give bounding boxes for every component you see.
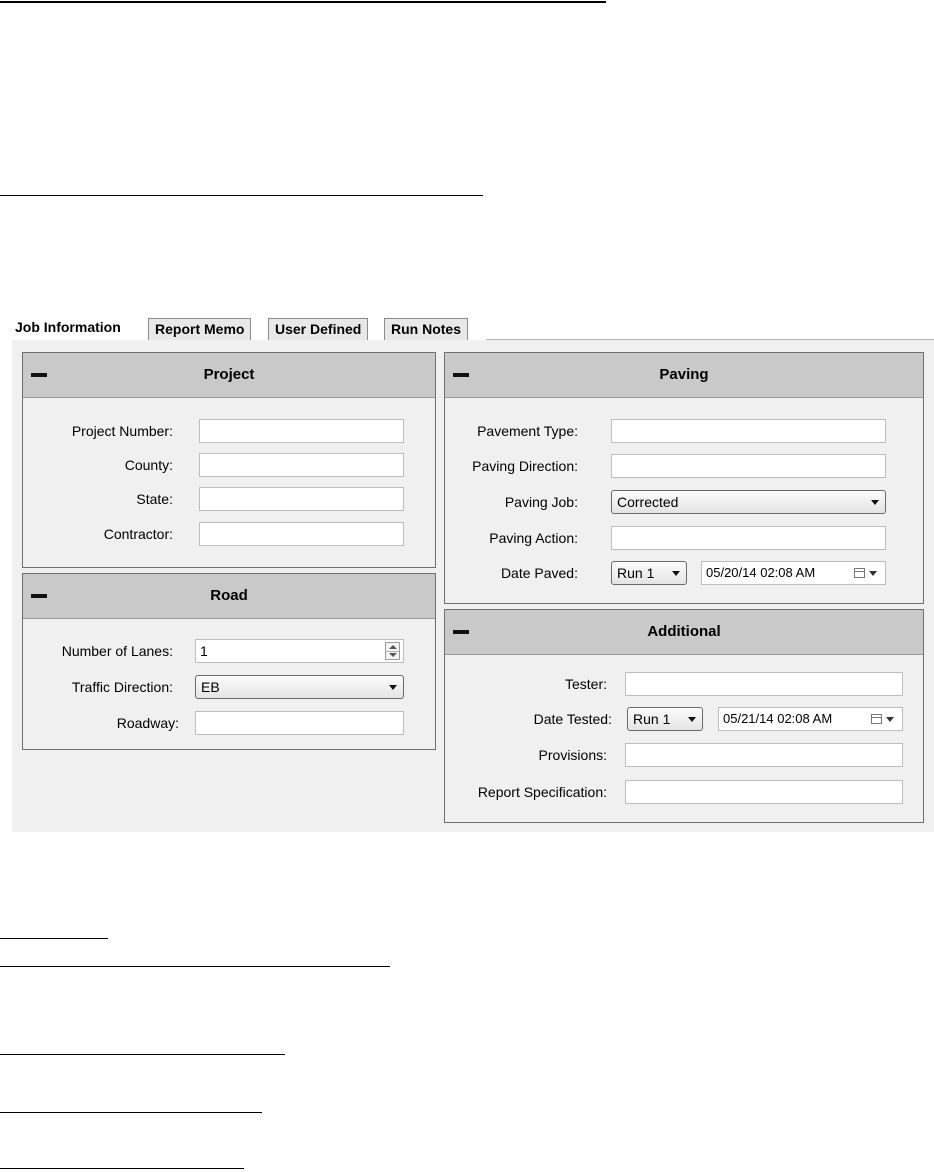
pavement-type-label: Pavement Type: [477, 423, 578, 439]
run-value: Run 1 [633, 711, 671, 727]
job-information-panel: Project Project Number: County: State: C… [12, 340, 934, 832]
tab-user-defined[interactable]: User Defined [268, 318, 369, 340]
document-rule [0, 1168, 244, 1169]
run-value: Run 1 [617, 565, 655, 581]
document-rule [0, 195, 483, 196]
provisions-input[interactable] [625, 743, 903, 767]
report-specification-input[interactable] [625, 780, 903, 804]
tab-run-notes[interactable]: Run Notes [384, 318, 468, 340]
provisions-label: Provisions: [538, 747, 607, 763]
date-tested-label: Date Tested: [533, 711, 612, 727]
chevron-down-icon[interactable] [886, 717, 894, 722]
report-specification-label: Report Specification: [477, 784, 607, 800]
paving-job-value: Corrected [617, 494, 679, 510]
document-rule [0, 1054, 285, 1055]
paving-group: Paving Pavement Type: Paving Direction: … [444, 352, 924, 604]
pavement-type-input[interactable] [611, 419, 886, 443]
contractor-input[interactable] [199, 522, 404, 546]
date-tested-value: 05/21/14 02:08 AM [723, 711, 833, 726]
project-number-input[interactable] [199, 419, 404, 443]
number-of-lanes-value: 1 [200, 643, 208, 659]
road-group: Road Number of Lanes: 1 Traffic Directio… [22, 573, 436, 750]
county-label: County: [124, 457, 173, 473]
project-group: Project Project Number: County: State: C… [22, 352, 436, 568]
tester-label: Tester: [564, 676, 607, 692]
chevron-down-icon [672, 571, 680, 576]
spin-down-icon[interactable] [389, 653, 397, 657]
state-label: State: [136, 491, 173, 507]
traffic-direction-value: EB [201, 679, 220, 695]
traffic-direction-label: Traffic Direction: [71, 679, 173, 695]
traffic-direction-select[interactable]: EB [195, 675, 404, 699]
chevron-down-icon [871, 500, 879, 505]
contractor-label: Contractor: [103, 526, 173, 542]
additional-group-header: Additional [445, 610, 923, 655]
group-title: Paving [659, 366, 709, 383]
chevron-down-icon [688, 717, 696, 722]
document-rule [0, 1112, 262, 1113]
document-rule [0, 1, 606, 3]
roadway-label: Roadway: [116, 715, 179, 731]
document-rule [0, 938, 108, 939]
spinner [385, 642, 400, 660]
group-title: Project [203, 366, 255, 383]
date-paved-picker[interactable]: 05/20/14 02:08 AM [701, 561, 886, 585]
date-tested-picker[interactable]: 05/21/14 02:08 AM [718, 707, 903, 731]
paving-direction-input[interactable] [611, 454, 886, 478]
project-number-label: Project Number: [71, 423, 173, 439]
paving-job-label: Paving Job: [504, 494, 578, 510]
paving-group-header: Paving [445, 353, 923, 398]
paving-direction-label: Paving Direction: [472, 458, 578, 474]
calendar-icon[interactable] [854, 568, 865, 578]
number-of-lanes-label: Number of Lanes: [61, 643, 173, 659]
date-tested-run-select[interactable]: Run 1 [627, 707, 703, 731]
date-paved-label: Date Paved: [500, 565, 578, 581]
tab-job-information[interactable]: Job Information [12, 316, 124, 340]
date-paved-value: 05/20/14 02:08 AM [706, 565, 816, 580]
state-input[interactable] [199, 487, 404, 511]
group-title: Road [210, 587, 248, 604]
document-rule [0, 966, 390, 967]
paving-action-input[interactable] [611, 526, 886, 550]
spin-up-icon[interactable] [389, 645, 397, 649]
roadway-input[interactable] [195, 711, 404, 735]
tab-report-memo[interactable]: Report Memo [148, 318, 252, 340]
chevron-down-icon[interactable] [869, 571, 877, 576]
additional-group: Additional Tester: Date Tested: Run 1 05… [444, 609, 924, 823]
calendar-icon[interactable] [871, 714, 882, 724]
tester-input[interactable] [625, 672, 903, 696]
road-group-header: Road [23, 574, 435, 619]
date-paved-run-select[interactable]: Run 1 [611, 561, 687, 585]
county-input[interactable] [199, 453, 404, 477]
paving-action-label: Paving Action: [489, 530, 578, 546]
paving-job-select[interactable]: Corrected [611, 490, 886, 514]
project-group-header: Project [23, 353, 435, 398]
group-title: Additional [647, 623, 721, 640]
number-of-lanes-stepper[interactable]: 1 [195, 639, 404, 663]
chevron-down-icon [389, 685, 397, 690]
tab-strip: Job Information Report Memo User Defined… [12, 316, 934, 340]
